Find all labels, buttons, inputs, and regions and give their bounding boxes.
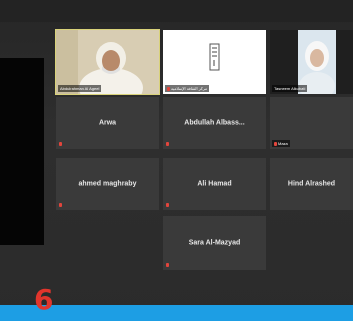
participant-name-label: Abdulrahman Al Ageel — [58, 85, 102, 92]
participant-tile-video[interactable]: Tasneem Alkubati — [270, 30, 353, 94]
page-number-overlay: 6 — [34, 283, 54, 316]
participant-name: ahmed maghraby — [78, 180, 137, 188]
participant-tile[interactable]: ahmed maghraby — [56, 158, 159, 210]
video-call-screen: Abdulrahman Al Ageel مركز الثقافة الإسلا… — [0, 0, 353, 321]
participant-tile-video[interactable]: مركز الثقافة الإسلامية — [163, 30, 266, 94]
mic-muted-icon — [166, 203, 169, 207]
mic-muted-icon — [274, 141, 277, 146]
mic-muted-icon — [59, 142, 62, 146]
mic-muted-icon — [59, 203, 62, 207]
participant-tile[interactable]: Ali Hamad — [163, 158, 266, 210]
participant-name-label: Maza — [272, 140, 290, 147]
participant-tile[interactable]: Hind Alrashed — [270, 158, 353, 210]
participant-name: Ali Hamad — [197, 180, 232, 188]
mic-muted-icon — [166, 263, 169, 267]
participant-name-label: Tasneem Alkubati — [272, 85, 308, 92]
participant-tile[interactable]: Sara Al-Mazyad — [163, 216, 266, 270]
participant-name-label: مركز الثقافة الإسلامية — [165, 85, 210, 92]
mic-muted-icon — [166, 142, 169, 146]
participant-name: Hind Alrashed — [287, 180, 336, 188]
shared-content-panel — [0, 58, 44, 245]
participant-name: Arwa — [98, 119, 117, 127]
participant-tile[interactable]: Arwa — [56, 97, 159, 149]
participant-tile-video[interactable]: Abdulrahman Al Ageel — [55, 29, 160, 95]
mic-muted-icon — [167, 86, 170, 91]
participant-name: Abdullah Albass... — [184, 119, 245, 127]
participant-tile[interactable]: Abdullah Albass... — [163, 97, 266, 149]
participant-tile-video[interactable]: Maza — [270, 97, 353, 149]
participant-name: Sara Al-Mazyad — [188, 239, 241, 247]
top-bar — [0, 0, 353, 22]
